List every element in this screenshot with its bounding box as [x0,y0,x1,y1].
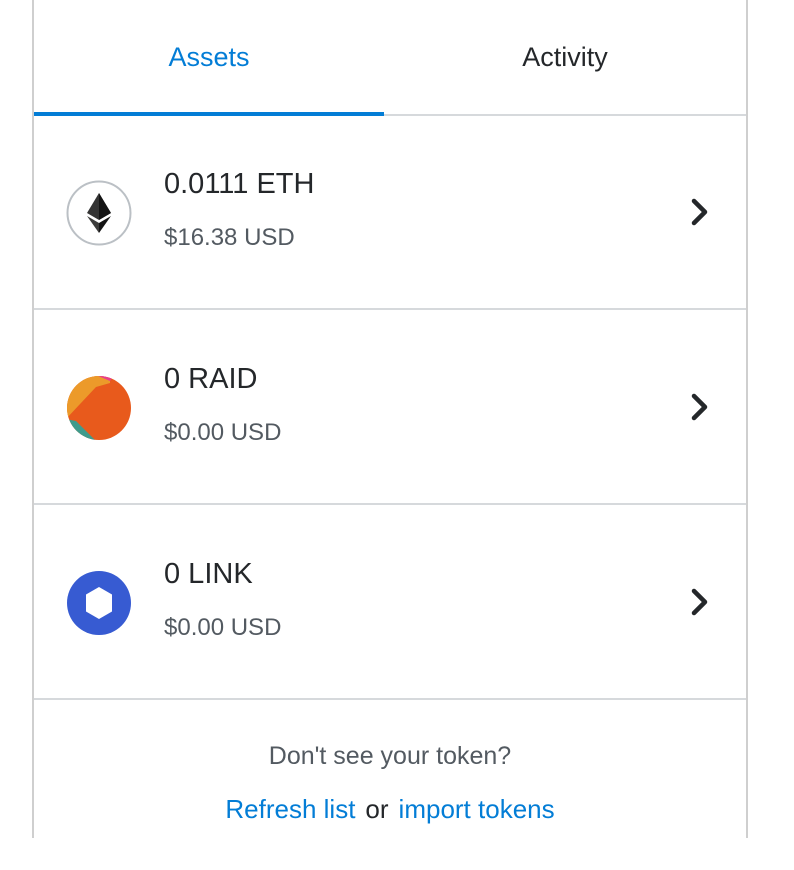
chainlink-icon [67,571,131,635]
chevron-right-icon [691,588,708,616]
asset-row-raid[interactable]: 0 RAID $0.00 USD [34,311,746,505]
asset-amount: 0.0111 ETH [164,168,315,200]
asset-fiat-value: $0.00 USD [164,614,282,641]
chevron-right-icon [691,393,708,421]
asset-row-eth[interactable]: 0.0111 ETH $16.38 USD [34,116,746,310]
chevron-right-icon [691,198,708,226]
asset-amount: 0 LINK [164,558,253,590]
tab-activity[interactable]: Activity [384,0,746,114]
raid-token-icon [67,376,131,440]
missing-token-prompt: Don't see your token? [268,742,512,770]
tab-assets[interactable]: Assets [34,0,384,114]
asset-row-link[interactable]: 0 LINK $0.00 USD [34,506,746,700]
ethereum-icon [66,180,132,246]
footer-actions: Refresh list or import tokens [34,794,746,825]
refresh-list-link[interactable]: Refresh list [225,794,355,824]
wallet-panel: Assets Activity 0.0111 ETH $16.38 USD 0 … [32,0,748,838]
import-tokens-link[interactable]: import tokens [399,794,555,824]
asset-amount: 0 RAID [164,363,258,395]
or-separator: or [365,794,389,824]
asset-fiat-value: $16.38 USD [164,224,295,251]
asset-fiat-value: $0.00 USD [164,419,282,446]
token-footer: Don't see your token? Refresh list or impo… [34,700,746,838]
tab-bar: Assets Activity [34,0,746,116]
